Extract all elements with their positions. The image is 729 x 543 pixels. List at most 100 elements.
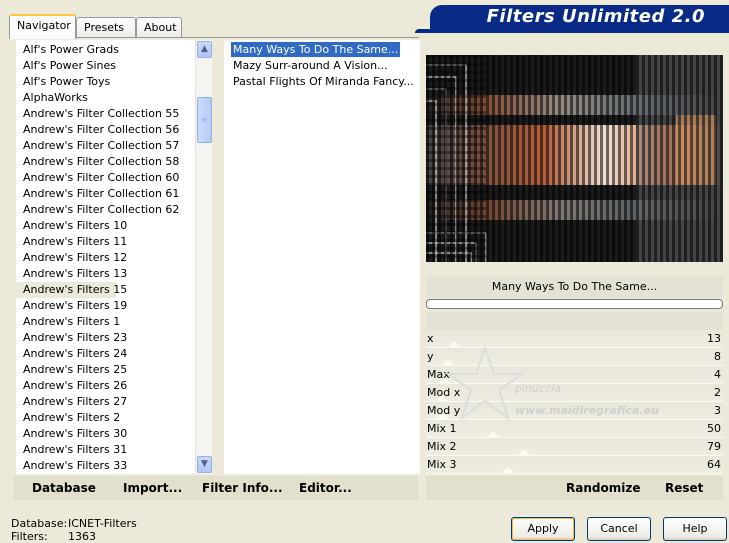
left-button-bar: Database Import... Filter Info... Editor… — [14, 476, 418, 500]
category-item[interactable]: AlphaWorks — [16, 90, 212, 106]
param-name: Mix 2 — [427, 440, 457, 453]
scroll-thumb[interactable]: ≡ — [197, 97, 212, 143]
right-button-bar: Randomize Reset — [426, 476, 723, 500]
filter-preview-image — [426, 55, 723, 262]
filter-item-label: Many Ways To Do The Same... — [229, 41, 402, 58]
category-item[interactable]: Andrew's Filters 19 — [16, 298, 212, 314]
slider-track[interactable] — [426, 384, 723, 401]
category-item[interactable]: Alf's Power Sines — [16, 58, 212, 74]
category-item[interactable]: Andrew's Filter Collection 57 — [16, 138, 212, 154]
apply-button[interactable]: Apply — [511, 517, 575, 541]
scroll-down-icon[interactable]: ▼ — [197, 456, 212, 473]
tab-about[interactable]: About — [136, 17, 182, 38]
param-value: 3 — [714, 404, 721, 417]
param-value: 4 — [714, 368, 721, 381]
app-banner-title: Filters Unlimited 2.0 — [430, 5, 729, 29]
slider-track[interactable] — [426, 456, 723, 473]
params-header — [426, 312, 723, 332]
category-item[interactable]: Andrew's Filters 10 — [16, 218, 212, 234]
filter-list[interactable]: Many Ways To Do The Same... Mazy Surr-aro… — [224, 40, 420, 474]
category-item[interactable]: Andrew's Filters 12 — [16, 250, 212, 266]
preview-pattern-graphic — [426, 55, 723, 262]
slider-thumb-icon[interactable] — [442, 359, 455, 365]
category-list[interactable]: Alf's Power Grads Alf's Power Sines Alf's … — [16, 40, 212, 474]
category-item[interactable]: Andrew's Filters 2 — [16, 410, 212, 426]
filters-count: 1363 — [68, 530, 96, 543]
database-button[interactable]: Database — [32, 480, 96, 496]
category-item[interactable]: Alf's Power Toys — [16, 74, 212, 90]
tab-presets[interactable]: Presets — [76, 17, 136, 38]
slider-thumb-icon[interactable] — [501, 467, 514, 473]
category-item[interactable]: Andrew's Filters 26 — [16, 378, 212, 394]
category-item[interactable]: Andrew's Filters 27 — [16, 394, 212, 410]
slider-track[interactable] — [426, 420, 723, 437]
category-item[interactable]: Andrew's Filters 33 — [16, 458, 212, 474]
preview-filter-name: Many Ways To Do The Same... — [426, 276, 723, 298]
slider-track[interactable] — [426, 348, 723, 365]
param-slider-row[interactable]: Mix 1 50 — [426, 420, 723, 438]
filter-item-label: Mazy Surr-around A Vision... — [233, 59, 388, 72]
param-slider-row[interactable]: Mod y 3 — [426, 402, 723, 420]
randomize-button[interactable]: Randomize — [566, 480, 640, 496]
category-item[interactable]: Andrew's Filters 30 — [16, 426, 212, 442]
param-name: y — [427, 350, 434, 363]
category-item[interactable]: Andrew's Filters 25 — [16, 362, 212, 378]
category-item[interactable]: Andrew's Filter Collection 62 — [16, 202, 212, 218]
param-value: 64 — [707, 458, 721, 471]
slider-thumb-icon[interactable] — [517, 449, 530, 455]
category-item[interactable]: Andrew's Filter Collection 60 — [16, 170, 212, 186]
param-slider-row[interactable]: Max 4 — [426, 366, 723, 384]
param-value: 2 — [714, 386, 721, 399]
param-slider-row[interactable]: Mix 3 64 — [426, 456, 723, 474]
param-name: Mix 1 — [427, 422, 457, 435]
param-slider-row[interactable]: Mix 2 79 — [426, 438, 723, 456]
progress-bar — [426, 299, 723, 309]
slider-track[interactable] — [426, 402, 723, 419]
slider-track[interactable] — [426, 366, 723, 383]
param-value: 13 — [707, 332, 721, 345]
database-label: Database: — [11, 517, 68, 530]
import-button[interactable]: Import... — [123, 480, 182, 496]
status-area: Database:ICNET-Filters Filters: 1363 — [11, 517, 137, 543]
slider-thumb-icon[interactable] — [486, 431, 499, 437]
category-scrollbar[interactable]: ▲ ≡ ▼ — [195, 40, 212, 474]
parameter-sliders: x 13 y 8 Max 4 Mod x 2 Mod y 3 Mix 1 50 Mix 2 79 Mix 3… — [426, 330, 723, 474]
param-slider-row[interactable]: y8 — [426, 348, 723, 366]
database-value: ICNET-Filters — [68, 517, 137, 530]
slider-track[interactable] — [426, 330, 723, 347]
category-item[interactable]: Andrew's Filters 15 — [16, 282, 127, 298]
param-name: Mod y — [427, 404, 461, 417]
category-item[interactable]: Andrew's Filters 24 — [16, 346, 212, 362]
filter-info-button[interactable]: Filter Info... — [202, 480, 283, 496]
category-item[interactable]: Andrew's Filter Collection 55 — [16, 106, 212, 122]
cancel-button[interactable]: Cancel — [587, 517, 651, 541]
slider-track[interactable] — [426, 438, 723, 455]
param-name: x — [427, 332, 434, 345]
tab-navigator[interactable]: Navigator — [9, 14, 76, 39]
filters-label: Filters: — [11, 530, 48, 543]
category-item[interactable]: Andrew's Filter Collection 61 — [16, 186, 212, 202]
scroll-up-icon[interactable]: ▲ — [197, 41, 212, 58]
filter-item[interactable]: Many Ways To Do The Same... — [224, 41, 420, 58]
category-item[interactable]: Andrew's Filters 1 — [16, 314, 212, 330]
filter-item[interactable]: Pastal Flights Of Miranda Fancy... — [224, 74, 420, 90]
category-item[interactable]: Andrew's Filters 23 — [16, 330, 212, 346]
param-name: Mod x — [427, 386, 461, 399]
param-value: 79 — [707, 440, 721, 453]
category-item[interactable]: Andrew's Filters 13 — [16, 266, 212, 282]
editor-button[interactable]: Editor... — [299, 480, 352, 496]
param-value: 50 — [707, 422, 721, 435]
slider-thumb-icon[interactable] — [447, 341, 460, 347]
category-item[interactable]: Andrew's Filters 31 — [16, 442, 212, 458]
param-slider-row[interactable]: x 13 — [426, 330, 723, 348]
reset-button[interactable]: Reset — [665, 480, 703, 496]
category-item[interactable]: Andrew's Filters 11 — [16, 234, 212, 250]
filter-item[interactable]: Mazy Surr-around A Vision... — [224, 58, 420, 74]
category-item[interactable]: Andrew's Filter Collection 56 — [16, 122, 212, 138]
filter-item-label: Pastal Flights Of Miranda Fancy... — [233, 75, 414, 88]
category-item[interactable]: Andrew's Filter Collection 58 — [16, 154, 212, 170]
param-slider-row[interactable]: Mod x 2 — [426, 384, 723, 402]
param-value: 8 — [714, 350, 721, 363]
help-button[interactable]: Help — [663, 517, 727, 541]
category-item[interactable]: Alf's Power Grads — [16, 42, 212, 58]
